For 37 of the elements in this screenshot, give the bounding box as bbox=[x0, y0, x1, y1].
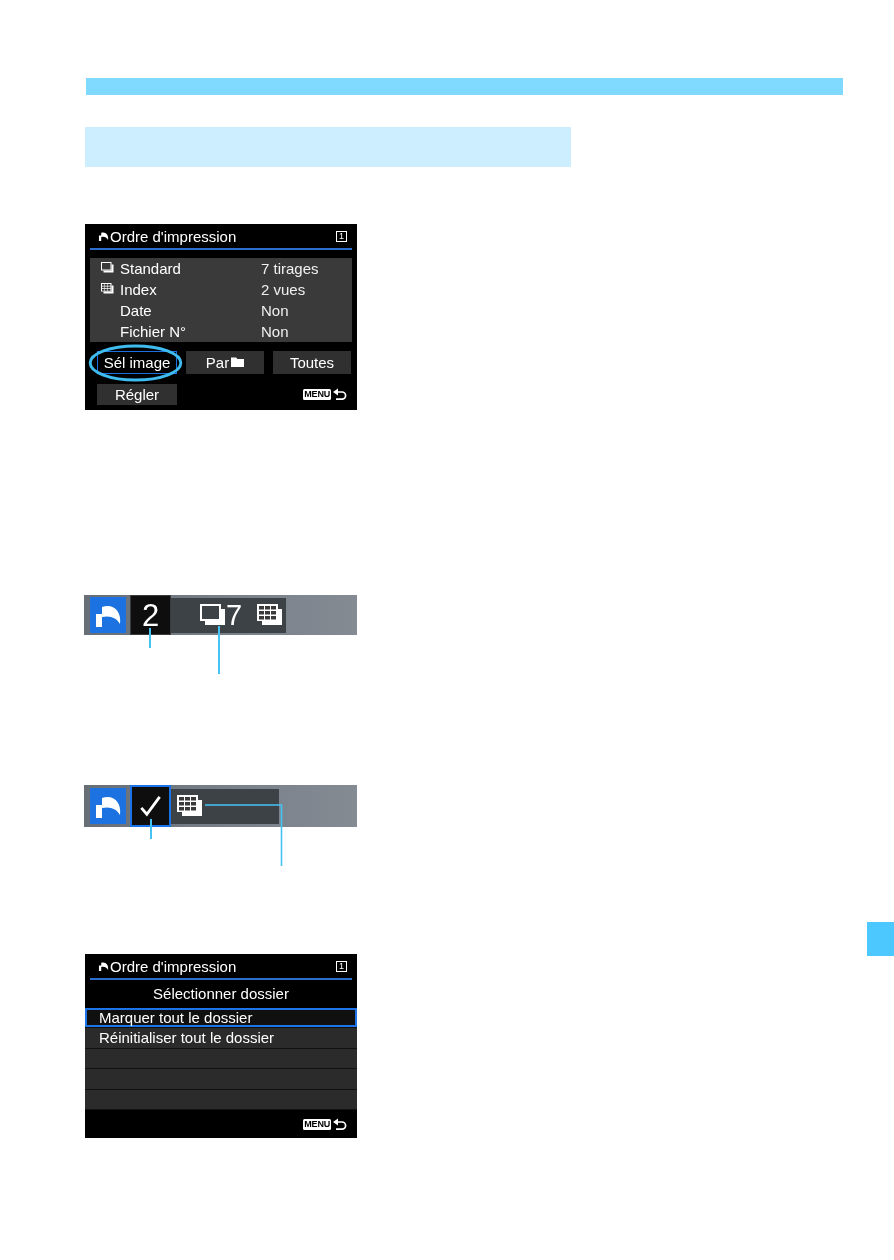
print-order-icon bbox=[98, 961, 109, 971]
setting-label: Date bbox=[120, 301, 153, 319]
return-arrow-icon bbox=[333, 388, 347, 400]
index-print-icon bbox=[101, 283, 114, 294]
setting-label: Standard bbox=[120, 259, 182, 277]
standard-print-icon bbox=[200, 604, 226, 626]
standard-print-count: 7 bbox=[226, 600, 243, 630]
setting-value: 7 tirages bbox=[261, 259, 319, 277]
check-icon bbox=[139, 795, 162, 817]
index-print-icon bbox=[177, 795, 203, 817]
screen-subtitle: Sélectionner dossier bbox=[152, 984, 290, 1004]
tab-number: 1 bbox=[336, 230, 347, 242]
setting-value: Non bbox=[261, 322, 289, 340]
menu-option-button[interactable]: Régler bbox=[97, 383, 177, 405]
return-arrow-icon bbox=[333, 1118, 347, 1131]
folder-option[interactable]: Réinitialiser tout le dossier bbox=[85, 1028, 357, 1049]
menu-key: MENU bbox=[303, 388, 331, 400]
screen-title: Ordre d'impression bbox=[110, 227, 238, 245]
screen-title: Ordre d'impression bbox=[110, 957, 238, 975]
setting-label: Index bbox=[120, 280, 158, 298]
menu-key: MENU bbox=[303, 1118, 331, 1130]
folder-icon bbox=[231, 357, 245, 367]
standard-print-icon bbox=[101, 262, 114, 273]
edge-index-band bbox=[867, 922, 894, 956]
print-order-icon bbox=[90, 597, 126, 633]
setting-value: Non bbox=[261, 301, 289, 319]
tab-number: 1 bbox=[336, 960, 347, 972]
menu-option-button[interactable]: Sél image bbox=[97, 350, 177, 374]
menu-option-button[interactable]: Par bbox=[186, 350, 264, 374]
setting-label: Fichier N° bbox=[120, 322, 187, 340]
print-quantity: 2 bbox=[141, 599, 160, 631]
setting-value: 2 vues bbox=[261, 280, 306, 298]
folder-option[interactable]: Marquer tout le dossier bbox=[85, 1007, 357, 1029]
menu-option-button[interactable]: Toutes bbox=[273, 350, 351, 374]
print-order-icon bbox=[90, 788, 126, 824]
print-order-icon bbox=[98, 231, 109, 241]
index-print-icon bbox=[257, 604, 284, 626]
